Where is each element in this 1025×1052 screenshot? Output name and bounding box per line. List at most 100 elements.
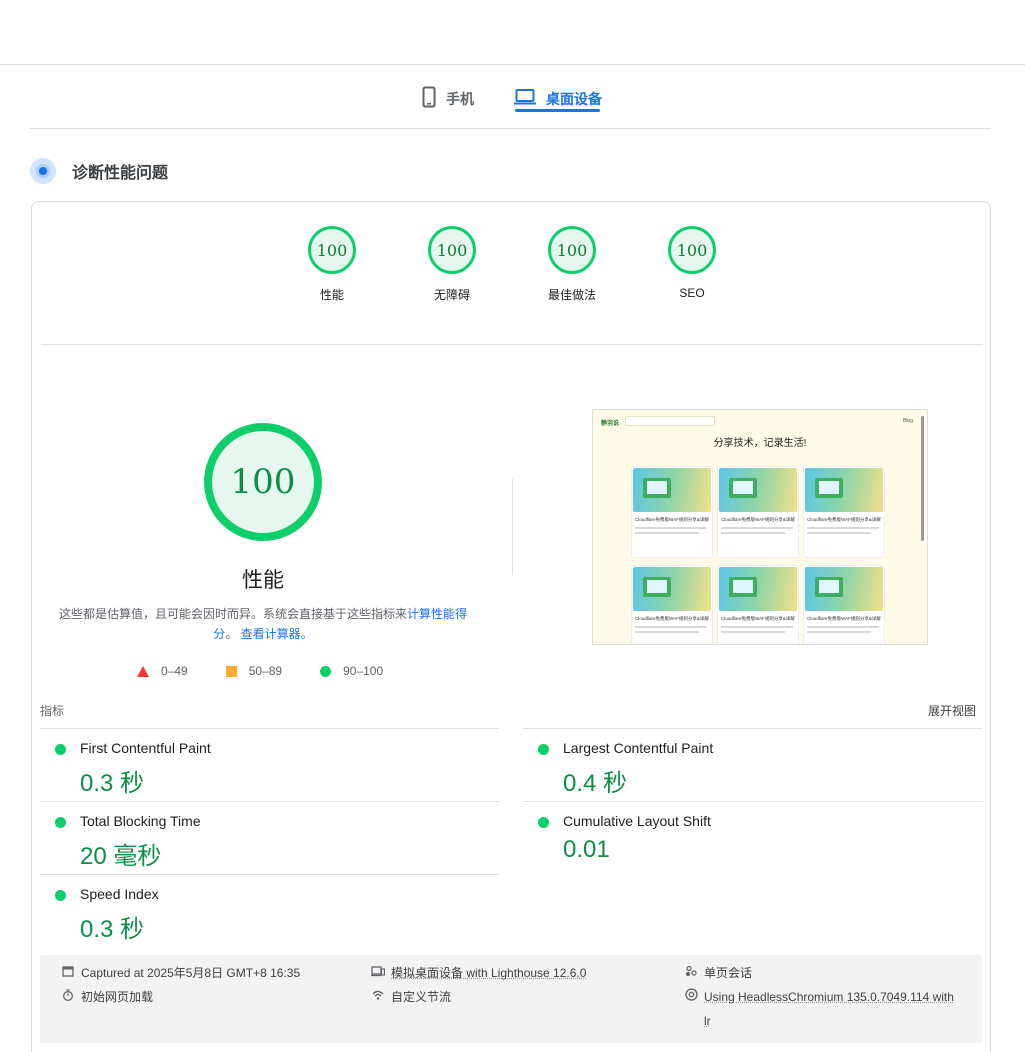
browser-text[interactable]: Using HeadlessChromium 135.0.7049.114 wi… (704, 985, 954, 1033)
category-gauges: 100 性能 100 无障碍 100 最佳做法 100 SEO (32, 226, 990, 345)
thumb-logo: 静羽说 (601, 421, 620, 427)
throttling: 自定义节流 (371, 985, 451, 1009)
metric-value: 0.3 秒 (80, 770, 145, 797)
score-legend: 0–49 50–89 90–100 (137, 664, 421, 678)
performance-description: 这些都是估算值，且可能会因时而异。系统会直接基于这些指标来计算性能得分。 查看计… (57, 604, 469, 644)
session-icon (684, 961, 698, 985)
metric-fcp: First Contentful Paint 0.3 秒 (40, 728, 499, 801)
pass-circle-icon (538, 817, 549, 828)
metric-lcp: Largest Contentful Paint 0.4 秒 (523, 728, 982, 801)
thumb-card: Cloudflare免费版WAF规则分享&详解 (717, 565, 799, 644)
browser-line1: Using HeadlessChromium 135.0.7049.114 wi… (704, 990, 954, 1004)
thumb-nav: 静羽说 Blog (593, 410, 927, 432)
expand-view-toggle[interactable]: 展开视图 (928, 702, 976, 719)
tab-desktop-label: 桌面设备 (546, 90, 602, 107)
browser-line2: lr (704, 1014, 711, 1028)
thumb-card-title: Cloudflare免费版WAF规则分享&详解 (721, 517, 795, 522)
thumb-card-title: Cloudflare免费版WAF规则分享&详解 (635, 616, 709, 621)
emulated-text[interactable]: 模拟桌面设备 with Lighthouse 12.6.0 (391, 961, 586, 985)
thumb-nav-right: Blog (902, 418, 913, 424)
tab-mobile-label: 手机 (446, 90, 474, 107)
gauge-score: 100 (548, 226, 596, 274)
pass-circle-icon (55, 890, 66, 901)
legend-range: 50–89 (248, 664, 283, 678)
thumb-card-title: Cloudflare免费版WAF规则分享&详解 (635, 517, 709, 522)
thumb-card: Cloudflare免费版WAF规则分享&详解 (717, 466, 799, 558)
metrics-header: 指标 展开视图 (40, 702, 976, 719)
desc-punct: 。 (225, 627, 238, 641)
metric-value: 0.4 秒 (563, 770, 628, 797)
captured-at: Captured at 2025年5月8日 GMT+8 16:35 (61, 961, 300, 985)
circle-icon (320, 665, 332, 677)
runtime-settings: Captured at 2025年5月8日 GMT+8 16:35 初始网页加载… (40, 955, 982, 1043)
divider (41, 344, 983, 345)
gauge-label: 无障碍 (433, 288, 470, 302)
tab-desktop[interactable]: 桌面设备 (514, 76, 602, 121)
triangle-icon (137, 665, 149, 677)
diagnose-icon (30, 158, 56, 184)
metric-value: 0.01 (563, 836, 610, 863)
legend-average: 50–89 (225, 664, 283, 678)
timer-icon (61, 985, 75, 1009)
pass-circle-icon (55, 744, 66, 755)
thumb-card: Cloudflare免费版WAF规则分享&详解 (631, 565, 713, 644)
metric-value: 0.3 秒 (80, 916, 145, 943)
section-header: 诊断性能问题 (30, 158, 168, 184)
initial-load-text: 初始网页加载 (81, 990, 154, 1004)
metric-name: Total Blocking Time (80, 813, 201, 829)
metric-name: Largest Contentful Paint (563, 740, 714, 756)
gauge-performance[interactable]: 100 性能 (292, 226, 372, 303)
gauge-label: 性能 (319, 288, 344, 302)
pass-circle-icon (538, 744, 549, 755)
report-card: 100 性能 100 无障碍 100 最佳做法 100 SEO 100 性能 这… (31, 201, 991, 1052)
thumb-card: Cloudflare免费版WAF规则分享&详解 (803, 565, 885, 644)
top-bar (0, 0, 1025, 65)
laptop-icon (514, 88, 536, 109)
metric-tbt: Total Blocking Time 20 毫秒 (40, 801, 499, 874)
gauge-score: 100 (428, 226, 476, 274)
thumb-card: Cloudflare免费版WAF规则分享&详解 (631, 466, 713, 558)
emulated-device: 模拟桌面设备 with Lighthouse 12.6.0 (371, 961, 586, 985)
metrics-label: 指标 (40, 704, 65, 718)
legend-pass: 90–100 (320, 664, 383, 678)
throttling-text: 自定义节流 (391, 990, 452, 1004)
thumb-card-title: Cloudflare免费版WAF规则分享&详解 (721, 616, 795, 621)
calculator-link[interactable]: 查看计算器。 (241, 627, 313, 641)
gauge-best-practices[interactable]: 100 最佳做法 (532, 226, 612, 303)
legend-range: 0–49 (161, 664, 188, 678)
thumb-heading: 分享技术，记录生活! (713, 438, 807, 449)
single-session: 单页会话 (684, 961, 752, 985)
wifi-icon (371, 985, 385, 1009)
metric-value: 20 毫秒 (80, 843, 162, 870)
thumb-scrollbar (921, 416, 924, 541)
active-tab-indicator (515, 109, 600, 112)
section-title: 诊断性能问题 (72, 165, 169, 182)
legend-range: 90–100 (343, 664, 384, 678)
device-tabs: 手机 桌面设备 (30, 66, 991, 129)
gauge-label: 最佳做法 (547, 288, 596, 302)
square-icon (225, 665, 237, 677)
devices-icon (371, 961, 386, 985)
chrome-icon (684, 985, 698, 1009)
metric-name: First Contentful Paint (80, 740, 211, 756)
initial-load: 初始网页加载 (61, 985, 153, 1009)
vertical-divider (512, 479, 513, 575)
gauge-accessibility[interactable]: 100 无障碍 (412, 226, 492, 303)
page-screenshot-thumbnail[interactable]: 静羽说 Blog 分享技术，记录生活! Cloudflare免费版WAF规则分享… (592, 409, 928, 645)
tab-mobile[interactable]: 手机 (422, 76, 474, 121)
gauge-score: 100 (668, 226, 716, 274)
captured-text: Captured at 2025年5月8日 GMT+8 16:35 (81, 966, 301, 980)
phone-icon (422, 86, 436, 111)
desc-text: 这些都是估算值，且可能会因时而异。系统会直接基于这些指标来 (58, 607, 407, 621)
gauge-score: 100 (308, 226, 356, 274)
metric-cls: Cumulative Layout Shift 0.01 (523, 801, 982, 874)
single-session-text: 单页会话 (704, 966, 753, 980)
pass-circle-icon (55, 817, 66, 828)
browser-info: Using HeadlessChromium 135.0.7049.114 wi… (684, 985, 974, 1033)
gauge-seo[interactable]: 100 SEO (652, 226, 732, 300)
gauge-label: SEO (679, 286, 705, 300)
thumb-card-title: Cloudflare免费版WAF规则分享&详解 (807, 616, 881, 621)
metric-speed-index: Speed Index 0.3 秒 (40, 874, 499, 947)
calendar-icon (61, 961, 75, 985)
thumb-search (625, 416, 715, 426)
